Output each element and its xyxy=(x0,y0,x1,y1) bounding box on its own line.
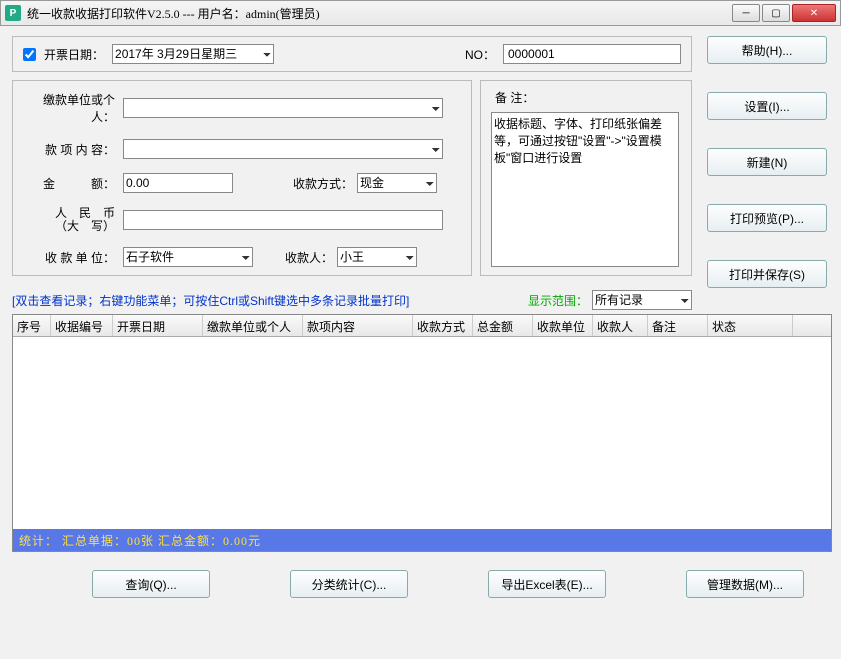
hint-text: [双击查看记录；右键功能菜单；可按住Ctrl或Shift键选中多条记录批量打印] xyxy=(12,292,409,309)
preview-button[interactable]: 打印预览(P)... xyxy=(707,204,827,232)
payer-label: 缴款单位或个人： xyxy=(25,91,123,125)
column-header[interactable]: 缴款单位或个人 xyxy=(203,315,303,336)
rmb-input[interactable] xyxy=(123,210,443,230)
amount-label: 金 额： xyxy=(25,175,123,192)
range-select[interactable]: 所有记录 xyxy=(592,290,692,310)
records-table[interactable]: 序号收据编号开票日期缴款单位或个人款项内容收款方式总金额收款单位收款人备注状态 … xyxy=(12,314,832,552)
column-header[interactable]: 款项内容 xyxy=(303,315,413,336)
remark-textarea[interactable]: 收据标题、字体、打印纸张偏差等，可通过按钮"设置"->"设置模板"窗口进行设置 xyxy=(491,112,679,267)
column-header[interactable]: 总金额 xyxy=(473,315,533,336)
stats-button[interactable]: 分类统计(C)... xyxy=(290,570,408,598)
close-button[interactable]: ✕ xyxy=(792,4,836,22)
payee-label: 收款人： xyxy=(285,249,333,266)
query-button[interactable]: 查询(Q)... xyxy=(92,570,210,598)
column-header[interactable]: 开票日期 xyxy=(113,315,203,336)
sidebar: 帮助(H)... 设置(I)... 新建(N) 打印预览(P)... 打印并保存… xyxy=(707,36,827,288)
column-header[interactable]: 收款单位 xyxy=(533,315,593,336)
title-bar: P 统一收款收据打印软件V2.5.0 --- 用户名：admin(管理员) ─ … xyxy=(0,0,841,26)
column-header[interactable]: 备注 xyxy=(648,315,708,336)
table-header: 序号收据编号开票日期缴款单位或个人款项内容收款方式总金额收款单位收款人备注状态 xyxy=(13,315,831,337)
payer-select[interactable] xyxy=(123,98,443,118)
unit-select[interactable]: 石子软件 xyxy=(123,247,253,267)
manage-button[interactable]: 管理数据(M)... xyxy=(686,570,804,598)
no-label: NO： xyxy=(465,46,495,63)
amount-input[interactable] xyxy=(123,173,233,193)
window-title: 统一收款收据打印软件V2.5.0 --- 用户名：admin(管理员) xyxy=(27,5,732,22)
new-button[interactable]: 新建(N) xyxy=(707,148,827,176)
column-header[interactable]: 序号 xyxy=(13,315,51,336)
item-select[interactable] xyxy=(123,139,443,159)
rmb-label: 人 民 币（大 写） xyxy=(25,207,123,233)
top-panel: 开票日期： 2017年 3月29日星期三 NO： xyxy=(12,36,692,72)
paymethod-select[interactable]: 现金 xyxy=(357,173,437,193)
summary-bar: 统计： 汇总单据：00张 汇总金额：0.00元 xyxy=(13,529,831,551)
column-header[interactable]: 收款人 xyxy=(593,315,648,336)
app-icon: P xyxy=(5,5,21,21)
unit-label: 收 款 单 位： xyxy=(25,249,123,266)
item-label: 款 项 内 容： xyxy=(25,141,123,158)
export-button[interactable]: 导出Excel表(E)... xyxy=(488,570,606,598)
help-button[interactable]: 帮助(H)... xyxy=(707,36,827,64)
no-input[interactable] xyxy=(503,44,681,64)
print-save-button[interactable]: 打印并保存(S) xyxy=(707,260,827,288)
maximize-button[interactable]: ▢ xyxy=(762,4,790,22)
date-label: 开票日期： xyxy=(44,46,104,63)
paymethod-label: 收款方式： xyxy=(293,175,353,192)
range-label: 显示范围： xyxy=(528,292,588,309)
date-select[interactable]: 2017年 3月29日星期三 xyxy=(112,44,274,64)
column-header[interactable]: 收据编号 xyxy=(51,315,113,336)
bottom-bar: 查询(Q)... 分类统计(C)... 导出Excel表(E)... 管理数据(… xyxy=(12,570,829,598)
column-header[interactable]: 状态 xyxy=(708,315,793,336)
column-header[interactable]: 收款方式 xyxy=(413,315,473,336)
form-panel: 缴款单位或个人： 款 项 内 容： 金 额： 收款方式： 现金 人 民 币（大 … xyxy=(12,80,472,276)
minimize-button[interactable]: ─ xyxy=(732,4,760,22)
settings-button[interactable]: 设置(I)... xyxy=(707,92,827,120)
payee-select[interactable]: 小王 xyxy=(337,247,417,267)
date-checkbox[interactable] xyxy=(23,48,36,61)
remark-panel: 备 注： 收据标题、字体、打印纸张偏差等，可通过按钮"设置"->"设置模板"窗口… xyxy=(480,80,692,276)
remark-label: 备 注： xyxy=(495,89,681,106)
